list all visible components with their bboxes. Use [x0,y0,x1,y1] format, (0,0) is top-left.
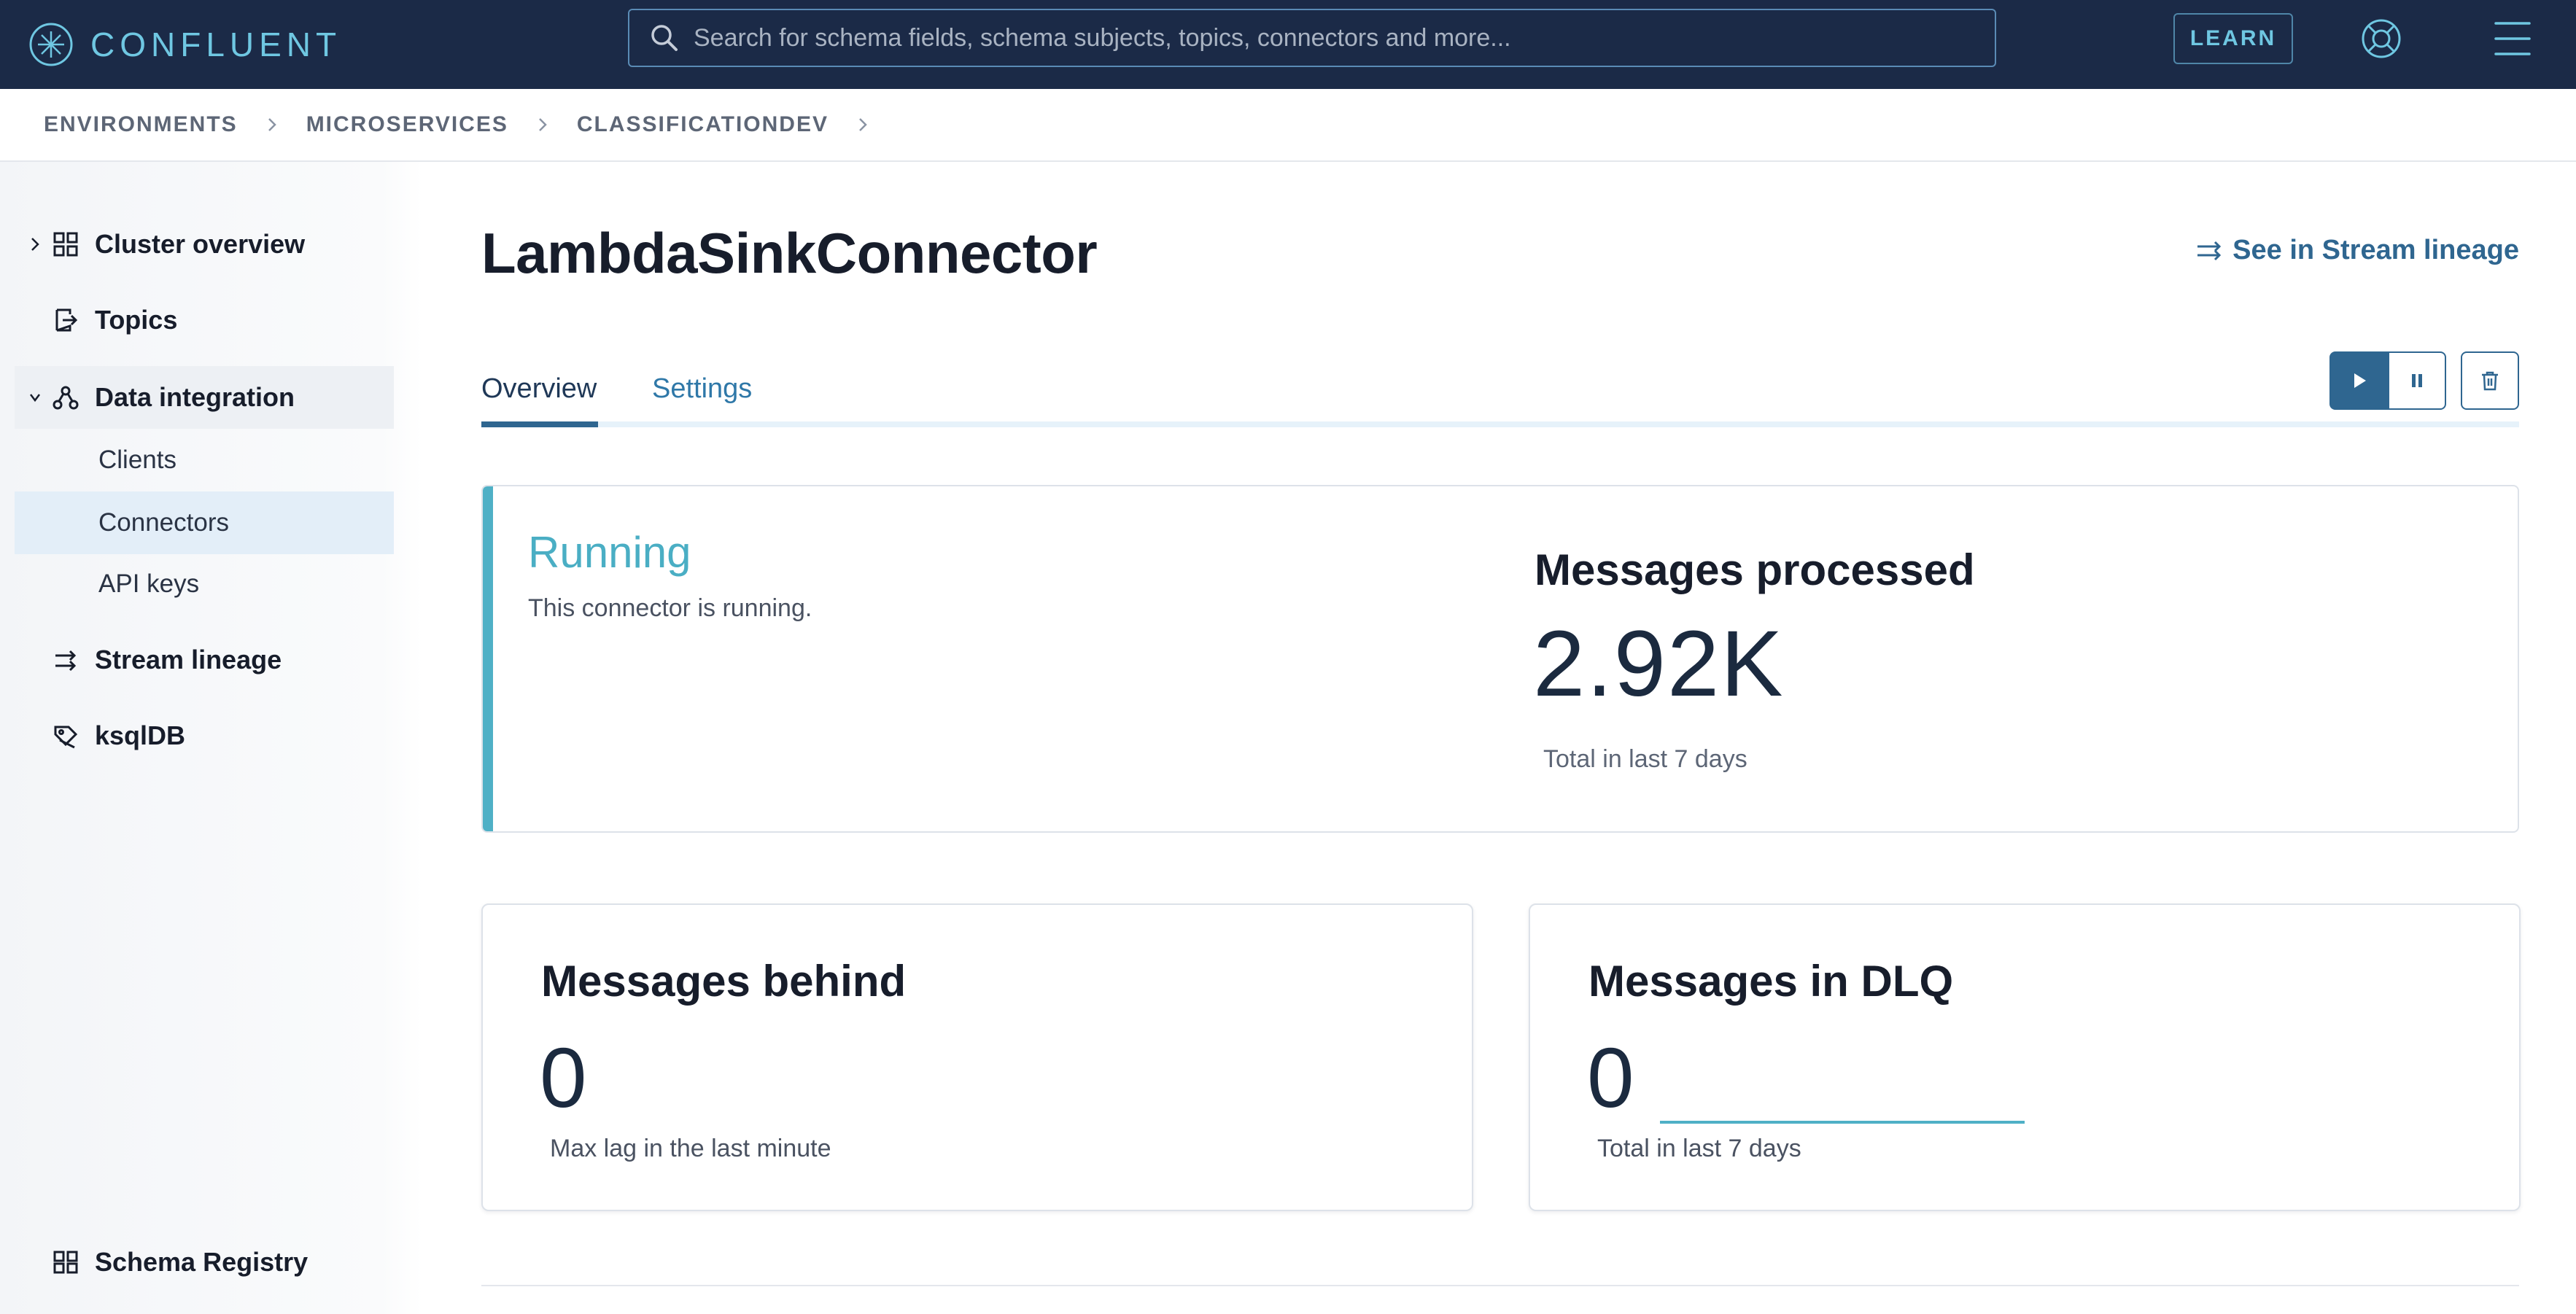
pause-button[interactable] [2388,351,2446,410]
confluent-logo[interactable]: CONFLUENT [28,13,341,76]
section-divider [481,1285,2519,1286]
status-description: This connector is running. [528,594,812,622]
breadcrumb: ENVIRONMENTS MICROSERVICES CLASSIFICATIO… [0,89,2576,162]
lineage-icon [55,650,77,672]
sidebar: Cluster overview Topics Data integration… [0,162,423,1314]
lineage-icon [2197,241,2222,260]
confluent-logo-icon [29,23,73,66]
pause-icon [2412,374,2422,387]
dlq-sparkline [1660,1121,2025,1124]
sidebar-item-label: Stream lineage [95,645,282,675]
sidebar-item-cluster-overview[interactable]: Cluster overview [15,213,394,276]
sidebar-subitem-api-keys[interactable]: API keys [15,553,394,615]
brand-name: CONFLUENT [90,26,342,63]
trash-icon [2482,371,2498,391]
grid-icon [53,232,78,257]
sidebar-item-stream-lineage[interactable]: Stream lineage [15,629,394,691]
messages-behind-title: Messages behind [541,957,907,1006]
tab-settings[interactable]: Settings [652,373,752,419]
learn-button[interactable]: LEARN [2173,13,2293,64]
sidebar-item-label: Schema Registry [95,1247,309,1277]
chevron-right-icon [859,118,867,131]
messages-behind-card: Messages behind 0 Max lag in the last mi… [481,903,1473,1211]
tab-active-indicator [481,421,598,427]
search-icon [651,25,678,51]
messages-behind-value: 0 [540,1030,587,1125]
messages-processed-title: Messages processed [1535,545,1975,594]
top-navbar: CONFLUENT LEARN [0,0,2576,89]
sidebar-subitem-label: Connectors [98,508,229,537]
sidebar-item-label: Topics [95,305,178,335]
messages-dlq-title: Messages in DLQ [1588,957,1954,1006]
hamburger-menu-icon[interactable] [2493,16,2532,61]
sidebar-item-data-integration[interactable]: Data integration [15,366,394,429]
messages-processed-value: 2.92K [1533,612,1785,716]
topics-icon [55,308,78,332]
status-title: Running [528,528,691,577]
messages-processed-caption: Total in last 7 days [1543,745,1747,773]
status-accent-bar [483,486,493,831]
play-icon [2354,373,2366,388]
chevron-down-icon [30,394,40,403]
sidebar-subitem-label: Clients [98,446,176,474]
sidebar-item-label: Cluster overview [95,229,306,259]
chevron-right-icon [31,238,39,251]
messages-dlq-value: 0 [1587,1030,1634,1125]
integration-icon [53,386,79,410]
resume-button[interactable] [2329,351,2389,410]
breadcrumb-microservices[interactable]: MICROSERVICES [306,112,508,137]
tab-bar: Overview Settings [481,351,2519,446]
messages-dlq-card: Messages in DLQ 0 Total in last 7 days [1529,903,2521,1211]
sidebar-item-label: ksqlDB [95,720,186,750]
chevron-right-icon [538,118,547,131]
search-input[interactable] [694,23,1995,53]
page-title: LambdaSinkConnector [481,221,1098,285]
sidebar-subitem-clients[interactable]: Clients [15,429,394,491]
lifebuoy-help-icon[interactable] [2359,16,2404,61]
global-search[interactable] [628,9,1996,67]
lineage-link-label: See in Stream lineage [2232,235,2519,265]
sidebar-item-ksqldb[interactable]: ksqlDB [15,704,394,767]
breadcrumb-environments[interactable]: ENVIRONMENTS [44,112,238,137]
connector-status-card: Running This connector is running. Messa… [481,485,2519,833]
messages-behind-caption: Max lag in the last minute [550,1135,831,1162]
breadcrumb-classificationdev[interactable]: CLASSIFICATIONDEV [577,112,829,137]
sidebar-item-label: Data integration [95,382,295,412]
sidebar-item-schema-registry[interactable]: Schema Registry [15,1231,394,1294]
tab-track [481,421,2519,427]
ksqldb-icon [54,726,78,749]
delete-button[interactable] [2461,351,2519,410]
schema-icon [53,1251,78,1274]
tab-overview[interactable]: Overview [481,373,597,419]
sidebar-item-topics[interactable]: Topics [15,289,394,351]
sidebar-subitem-connectors[interactable]: Connectors [15,491,394,554]
see-in-stream-lineage-link[interactable]: See in Stream lineage [2195,235,2519,266]
chevron-right-icon [268,118,276,131]
sidebar-subitem-label: API keys [98,569,200,598]
messages-dlq-caption: Total in last 7 days [1597,1135,1801,1162]
